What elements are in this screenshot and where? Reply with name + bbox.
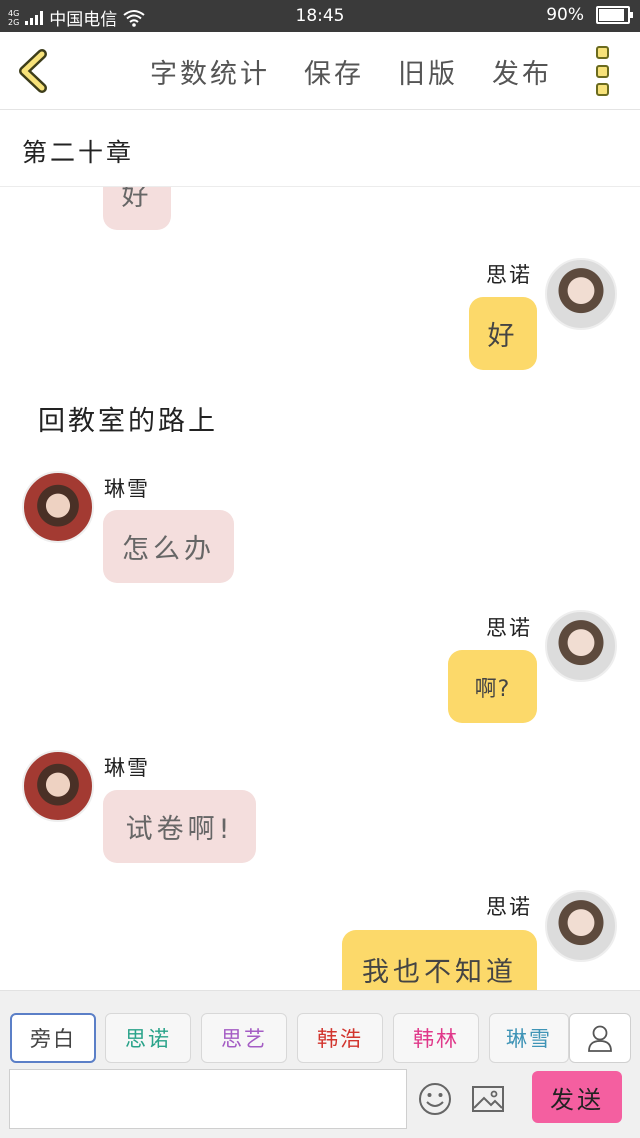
avatar[interactable]	[545, 258, 617, 330]
message-bubble[interactable]: 好	[103, 187, 171, 230]
character-chip-sinuo[interactable]: 思诺	[105, 1013, 191, 1063]
message-bubble[interactable]: 好	[469, 297, 537, 370]
more-menu-icon[interactable]	[596, 46, 612, 96]
toolbar-actions: 字数统计 保存 旧版 发布	[150, 52, 552, 91]
back-button[interactable]	[14, 48, 54, 94]
character-chip-siyi[interactable]: 思艺	[201, 1013, 287, 1063]
avatar[interactable]	[545, 610, 617, 682]
message-input[interactable]	[9, 1069, 407, 1129]
speaker-name: 思诺	[486, 263, 532, 287]
user-icon	[588, 1025, 612, 1052]
word-count-button[interactable]: 字数统计	[150, 52, 270, 91]
send-button[interactable]: 发送	[532, 1071, 622, 1123]
publish-button[interactable]: 发布	[492, 52, 552, 91]
message-bubble[interactable]: 试卷啊!	[103, 790, 256, 863]
clock: 18:45	[295, 6, 345, 26]
character-chip-hanlin[interactable]: 韩林	[393, 1013, 479, 1063]
speaker-name: 琳雪	[104, 756, 150, 780]
message-bubble[interactable]: 啊?	[448, 650, 537, 723]
status-right: 90%	[546, 5, 633, 25]
chevron-left-icon	[19, 49, 47, 93]
narration-text[interactable]: 回教室的路上	[38, 399, 218, 438]
character-chip-narration[interactable]: 旁白	[10, 1013, 96, 1063]
status-bar: 4G 2G 中国电信 18:45 90%	[0, 0, 640, 32]
speaker-name: 思诺	[486, 616, 532, 640]
chat-area[interactable]: 好 思诺 好 回教室的路上 琳雪 怎么办 思诺 啊? 琳雪 试卷啊! 思诺 我也…	[0, 187, 640, 990]
add-character-button[interactable]	[569, 1013, 631, 1063]
smiley-icon	[419, 1083, 451, 1115]
old-version-button[interactable]: 旧版	[398, 52, 458, 91]
message-bubble[interactable]: 怎么办	[103, 510, 234, 583]
speaker-name: 思诺	[486, 895, 532, 919]
composer-area: 旁白 思诺 思艺 韩浩 韩林 琳雪 发送	[0, 990, 640, 1138]
battery-icon	[596, 6, 633, 24]
speaker-name: 琳雪	[104, 477, 150, 501]
emoji-button[interactable]	[417, 1081, 453, 1117]
image-button[interactable]	[470, 1081, 506, 1117]
avatar[interactable]	[22, 471, 94, 543]
chapter-title[interactable]: 第二十章	[22, 133, 134, 169]
editor-toolbar: 字数统计 保存 旧版 发布	[0, 32, 640, 110]
character-chip-linxue[interactable]: 琳雪	[489, 1013, 569, 1063]
character-chip-hanhao[interactable]: 韩浩	[297, 1013, 383, 1063]
image-icon	[472, 1086, 504, 1112]
message-bubble[interactable]: 我也不知道	[342, 930, 537, 990]
chapter-header: 第二十章	[0, 111, 640, 187]
save-button[interactable]: 保存	[304, 52, 364, 91]
avatar[interactable]	[545, 890, 617, 962]
avatar[interactable]	[22, 750, 94, 822]
battery-percent: 90%	[546, 5, 584, 25]
